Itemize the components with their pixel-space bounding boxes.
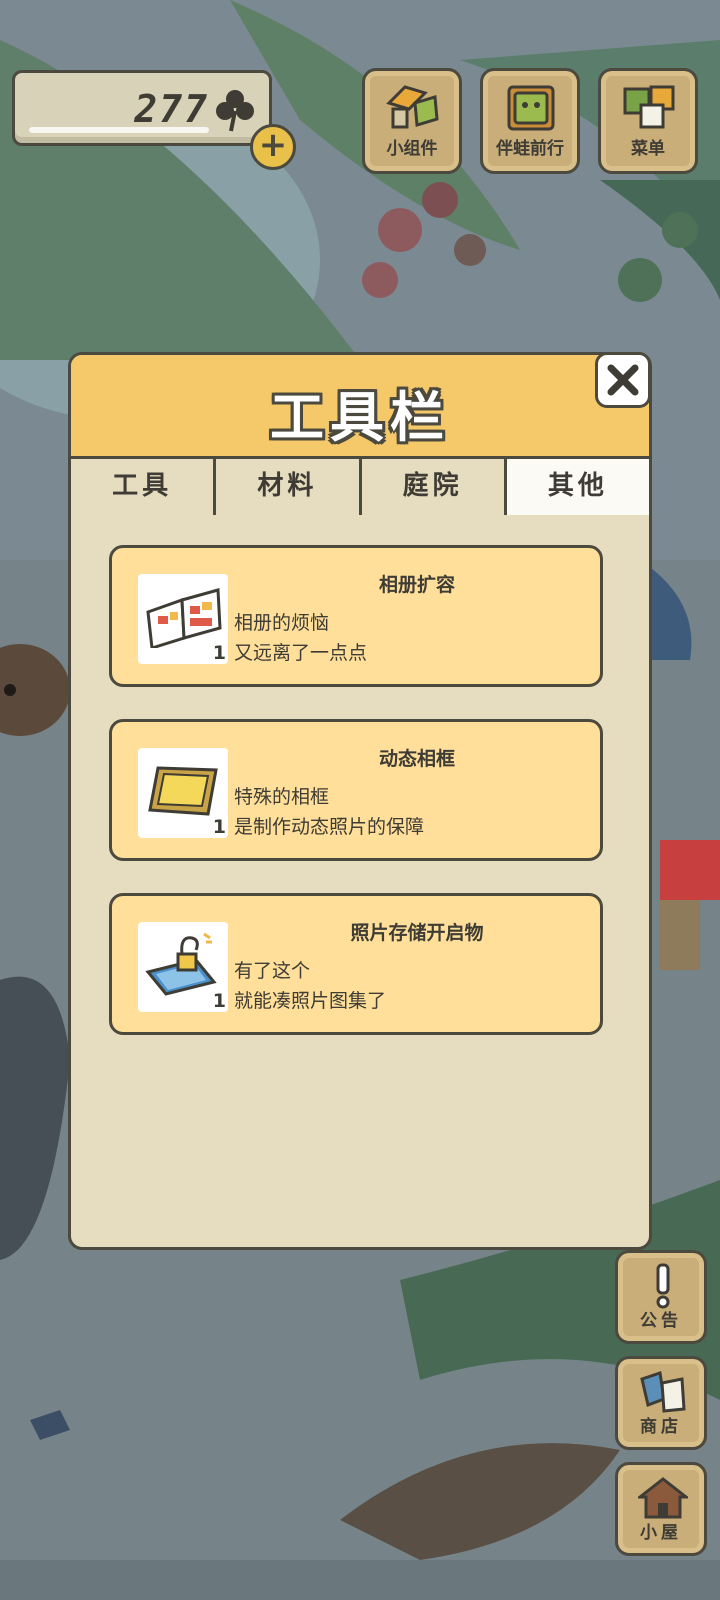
item-description-line2: 就能凑照片图集了	[234, 990, 387, 1012]
close-button[interactable]	[595, 352, 651, 408]
item-description-line1: 特殊的相框	[234, 786, 330, 808]
frog-journey-button[interactable]: 伴蛙前行	[480, 68, 580, 174]
tab-bar: 工具 材料 庭院 其他	[71, 459, 649, 515]
tab-others[interactable]: 其他	[506, 459, 649, 515]
clover-icon	[216, 90, 254, 132]
notice-button[interactable]: 公告	[615, 1250, 707, 1344]
item-description-line1: 有了这个	[234, 960, 311, 982]
item-card[interactable]: 1 相册扩容 相册的烦恼 又远离了一点点	[109, 545, 603, 687]
dialog-title: 工具栏	[270, 386, 450, 449]
close-icon	[607, 364, 639, 396]
frog-journey-icon	[507, 85, 555, 131]
item-card[interactable]: 1 照片存储开启物 有了这个 就能凑照片图集了	[109, 893, 603, 1035]
notice-label: 公告	[640, 1311, 682, 1331]
shop-icon	[640, 1371, 686, 1413]
widget-button[interactable]: 小组件	[362, 68, 462, 174]
item-name: 动态相框	[378, 748, 455, 770]
item-name: 相册扩容	[378, 574, 455, 596]
add-clover-button[interactable]: +	[250, 124, 296, 170]
clover-count: 277	[134, 87, 209, 131]
item-name: 照片存储开启物	[350, 922, 484, 944]
item-card[interactable]: 1 动态相框 特殊的相框 是制作动态照片的保障	[109, 719, 603, 861]
item-description-line2: 又远离了一点点	[234, 642, 368, 664]
toolbar-dialog: 工具栏 工具 材料 庭院 其他 1 相册扩容 相册的烦恼 又远离了一点点 1 动…	[68, 352, 652, 1250]
tab-materials[interactable]: 材料	[216, 459, 359, 515]
item-list: 1 相册扩容 相册的烦恼 又远离了一点点 1 动态相框 特殊的相框 是制作动态照…	[109, 545, 603, 1067]
unlock-icon	[145, 932, 217, 996]
house-label: 小屋	[640, 1523, 682, 1543]
frame-icon	[148, 766, 218, 816]
tab-tools[interactable]: 工具	[71, 459, 214, 515]
widget-icon	[386, 85, 439, 129]
item-thumbnail: 1	[138, 748, 228, 838]
tab-courtyard[interactable]: 庭院	[361, 459, 504, 515]
item-description-line1: 相册的烦恼	[234, 612, 330, 634]
frog-journey-label: 伴蛙前行	[496, 139, 564, 159]
clover-bar	[29, 127, 209, 133]
menu-icon	[623, 85, 675, 129]
album-icon	[146, 588, 222, 648]
item-quantity: 1	[212, 990, 226, 1012]
clover-counter: 277	[12, 70, 272, 146]
widget-label: 小组件	[386, 139, 438, 159]
menu-button[interactable]: 菜单	[598, 68, 698, 174]
house-icon	[638, 1477, 688, 1519]
item-thumbnail: 1	[138, 922, 228, 1012]
dialog-header: 工具栏	[71, 355, 649, 459]
item-quantity: 1	[212, 642, 226, 664]
shop-label: 商店	[640, 1417, 682, 1437]
item-quantity: 1	[212, 816, 226, 838]
shop-button[interactable]: 商店	[615, 1356, 707, 1450]
item-description-line2: 是制作动态照片的保障	[234, 816, 425, 838]
house-button[interactable]: 小屋	[615, 1462, 707, 1556]
menu-label: 菜单	[631, 139, 665, 159]
notice-icon	[656, 1263, 670, 1309]
item-thumbnail: 1	[138, 574, 228, 664]
